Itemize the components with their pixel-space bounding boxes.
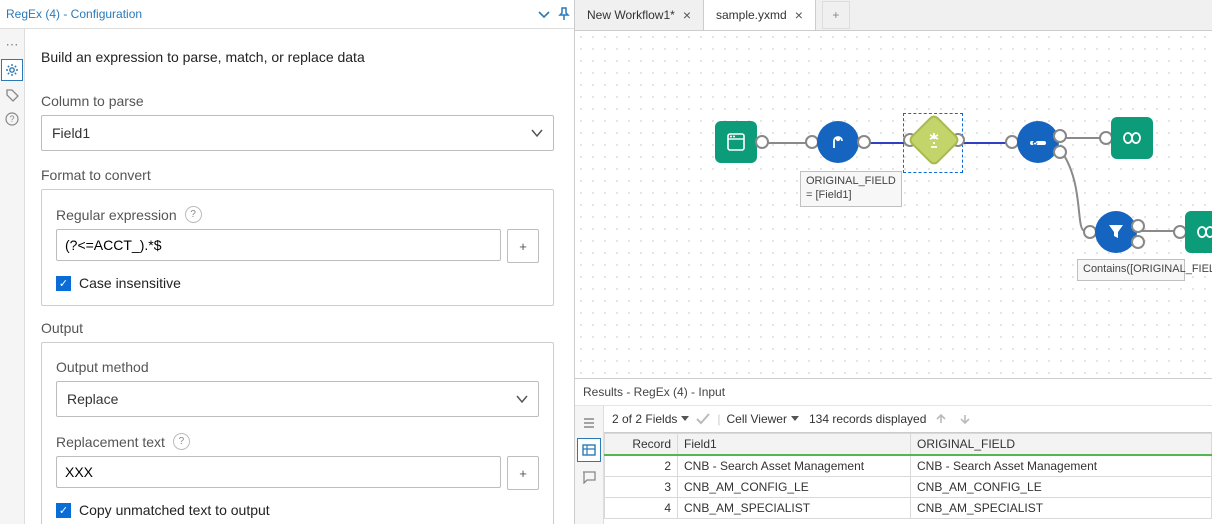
tag-icon[interactable]: [2, 85, 22, 105]
regex-group: Regular expression ? + ✓ Case insensitiv…: [41, 189, 554, 306]
tool-formula-label: ORIGINAL_FIELD = [Field1]: [800, 171, 902, 207]
format-to-convert-label: Format to convert: [41, 167, 554, 183]
cell-record: 3: [605, 477, 678, 498]
checkbox-checked-icon: ✓: [56, 503, 71, 518]
tab-new-workflow[interactable]: New Workflow1* ×: [575, 0, 704, 30]
col-original-field[interactable]: ORIGINAL_FIELD: [911, 434, 1212, 456]
next-record-icon[interactable]: [956, 410, 974, 428]
col-record[interactable]: Record: [605, 434, 678, 456]
results-icon-rail: [575, 406, 604, 524]
checkbox-checked-icon: ✓: [56, 276, 71, 291]
config-panel-title: RegEx (4) - Configuration: [6, 7, 142, 21]
regex-input[interactable]: [56, 229, 501, 261]
table-row[interactable]: 3 CNB_AM_CONFIG_LE CNB_AM_CONFIG_LE: [605, 477, 1212, 498]
tool-browse-2[interactable]: [1175, 211, 1212, 253]
help-icon[interactable]: ?: [2, 109, 22, 129]
results-toolbar: 2 of 2 Fields | Cell Viewer 134 records …: [604, 406, 1212, 432]
cell-orig: CNB - Search Asset Management: [911, 455, 1212, 477]
add-tab-button[interactable]: +: [822, 1, 850, 29]
chevron-down-icon: [516, 394, 528, 404]
case-insensitive-checkbox[interactable]: ✓ Case insensitive: [56, 275, 539, 291]
col-field1[interactable]: Field1: [678, 434, 911, 456]
ellipsis-icon[interactable]: ⋯: [2, 35, 22, 55]
tool-filter-label: Contains([ORIGINAL_FIELD],"ACCT"): [1077, 259, 1185, 281]
cell-field1: CNB - Search Asset Management: [678, 455, 911, 477]
table-row[interactable]: 4 CNB_AM_SPECIALIST CNB_AM_SPECIALIST: [605, 498, 1212, 519]
tool-formula[interactable]: [807, 121, 869, 163]
cell-field1: CNB_AM_SPECIALIST: [678, 498, 911, 519]
output-group: Output method Replace Replacement text ?…: [41, 342, 554, 524]
pin-icon[interactable]: [554, 4, 574, 24]
output-port[interactable]: [857, 135, 871, 149]
apply-check-icon[interactable]: [695, 412, 711, 426]
replacement-help-icon[interactable]: ?: [173, 433, 190, 450]
regex-help-icon[interactable]: ?: [185, 206, 202, 223]
workflow-tab-bar: New Workflow1* × sample.yxmd × +: [575, 0, 1212, 31]
records-summary: 134 records displayed: [809, 412, 926, 426]
output-port-f[interactable]: [1131, 235, 1145, 249]
replacement-text-input[interactable]: [56, 456, 501, 488]
cell-orig: CNB_AM_CONFIG_LE: [911, 477, 1212, 498]
close-icon[interactable]: ×: [683, 7, 691, 23]
replacement-text-label: Replacement text: [56, 434, 165, 450]
replacement-add-button[interactable]: +: [507, 456, 539, 490]
workflow-canvas[interactable]: ORIGINAL_FIELD = [Field1]: [575, 31, 1212, 378]
tab-sample[interactable]: sample.yxmd ×: [704, 0, 816, 30]
gear-icon[interactable]: [1, 59, 23, 81]
results-grid[interactable]: Record Field1 ORIGINAL_FIELD 2 CNB - Sea…: [604, 432, 1212, 524]
cell-field1: CNB_AM_CONFIG_LE: [678, 477, 911, 498]
output-port-t[interactable]: [1131, 219, 1145, 233]
column-to-parse-label: Column to parse: [41, 93, 554, 109]
table-row[interactable]: 2 CNB - Search Asset Management CNB - Se…: [605, 455, 1212, 477]
cell-viewer-dropdown[interactable]: Cell Viewer: [727, 412, 799, 426]
cell-viewer-label: Cell Viewer: [727, 412, 787, 426]
tool-regex[interactable]: [905, 121, 963, 159]
close-icon[interactable]: ×: [795, 7, 803, 23]
cell-orig: CNB_AM_SPECIALIST: [911, 498, 1212, 519]
cell-record: 4: [605, 498, 678, 519]
tab-label: sample.yxmd: [716, 8, 787, 22]
copy-unmatched-label: Copy unmatched text to output: [79, 502, 270, 518]
output-section-label: Output: [41, 320, 554, 336]
tool-filter[interactable]: [1085, 211, 1137, 253]
copy-unmatched-checkbox[interactable]: ✓ Copy unmatched text to output: [56, 502, 539, 518]
output-method-value: Replace: [67, 391, 118, 407]
config-instruction: Build an expression to parse, match, or …: [41, 49, 554, 65]
collapse-chevron-icon[interactable]: [534, 4, 554, 24]
prev-record-icon[interactable]: [932, 410, 950, 428]
output-method-label: Output method: [56, 359, 539, 375]
results-mode-table-icon[interactable]: [577, 438, 601, 462]
tool-text-input[interactable]: [715, 121, 767, 163]
fields-summary: 2 of 2 Fields: [612, 412, 677, 426]
fields-dropdown[interactable]: 2 of 2 Fields: [612, 412, 689, 426]
svg-text:?: ?: [9, 114, 14, 124]
config-panel-header: RegEx (4) - Configuration: [0, 0, 574, 29]
output-port-f[interactable]: [1053, 145, 1067, 159]
results-mode-list-icon[interactable]: [578, 412, 600, 434]
tool-browse-1[interactable]: [1101, 117, 1153, 159]
results-panel-title: Results - RegEx (4) - Input: [575, 379, 1212, 405]
output-port[interactable]: [755, 135, 769, 149]
case-insensitive-label: Case insensitive: [79, 275, 181, 291]
cell-record: 2: [605, 455, 678, 477]
tab-label: New Workflow1*: [587, 8, 675, 22]
output-method-select[interactable]: Replace: [56, 381, 539, 417]
column-to-parse-value: Field1: [52, 125, 90, 141]
regex-add-button[interactable]: +: [507, 229, 539, 263]
config-icon-rail: ⋯ ?: [0, 29, 25, 524]
chevron-down-icon: [531, 128, 543, 138]
column-to-parse-select[interactable]: Field1: [41, 115, 554, 151]
regex-label: Regular expression: [56, 207, 177, 223]
tool-select[interactable]: [1007, 121, 1059, 163]
results-mode-message-icon[interactable]: [578, 466, 600, 488]
output-port-t[interactable]: [1053, 129, 1067, 143]
